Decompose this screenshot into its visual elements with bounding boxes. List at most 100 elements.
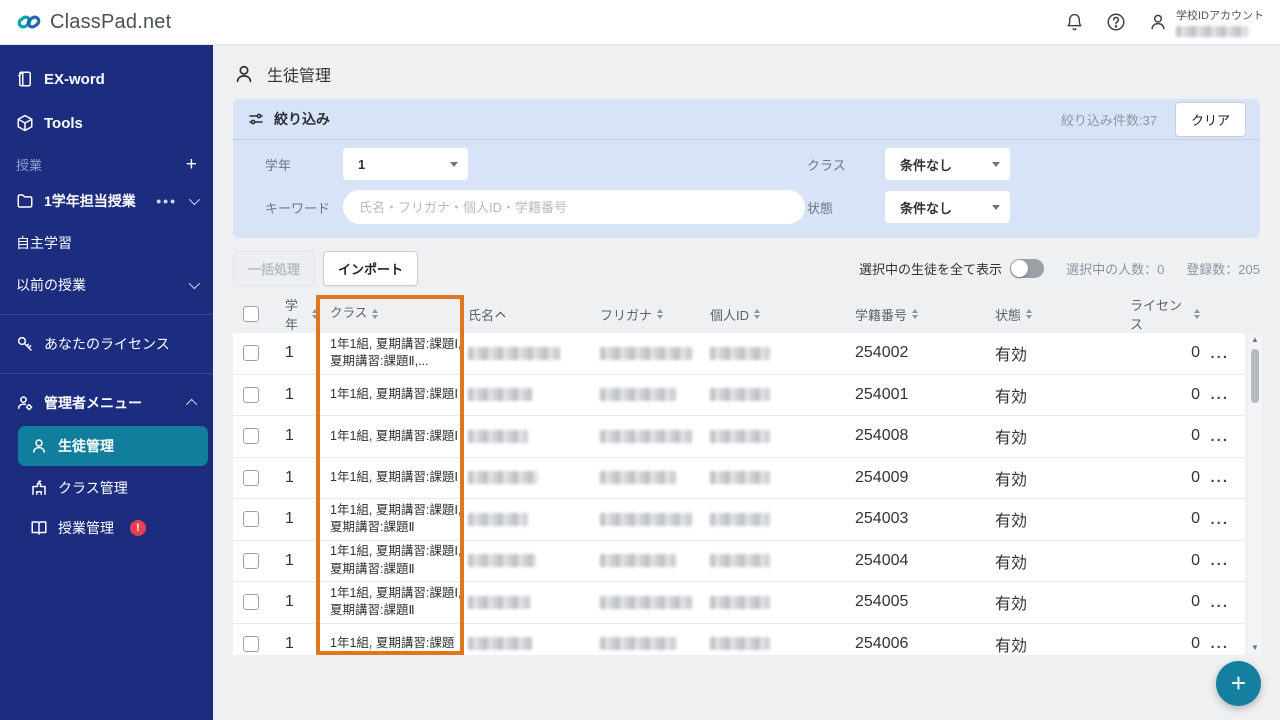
row-checkbox[interactable]: [243, 635, 259, 652]
cell-name-redacted: [462, 458, 600, 499]
cell-student-number: 254005: [855, 593, 909, 611]
cell-status: 有効: [995, 513, 1028, 531]
table-row: 1 1年1組, 夏期講習:課題Ⅰ 254001 有効 0 ...: [233, 374, 1245, 416]
grade-select[interactable]: 1: [343, 148, 468, 180]
cell-grade: 1: [285, 344, 294, 362]
cell-student-number: 254003: [855, 510, 909, 528]
sort-icon[interactable]: [657, 309, 664, 319]
folder-icon: [16, 192, 34, 210]
folder-more-icon[interactable]: •••: [156, 193, 177, 209]
cell-personal-id-redacted: [710, 375, 855, 416]
sort-icon[interactable]: [372, 309, 379, 319]
show-selected-toggle[interactable]: [1010, 259, 1045, 278]
cell-license: 0: [1191, 427, 1200, 445]
row-menu-icon[interactable]: ...: [1210, 469, 1229, 486]
admin-person-gear-icon: [16, 394, 34, 412]
import-button[interactable]: インポート: [323, 251, 419, 286]
cell-student-number: 254004: [855, 551, 909, 569]
row-checkbox[interactable]: [243, 594, 259, 611]
row-checkbox[interactable]: [243, 469, 259, 486]
row-checkbox[interactable]: [243, 552, 259, 569]
sidebar-item-self-study[interactable]: 自主学習: [0, 222, 213, 264]
account-person-icon: [1148, 12, 1168, 32]
sidebar-item-ex-word[interactable]: EX-word: [0, 57, 213, 101]
sort-ascending-icon[interactable]: [495, 311, 506, 322]
add-lesson-icon[interactable]: +: [186, 155, 197, 174]
table-scrollbar[interactable]: ▲ ▼: [1248, 333, 1262, 655]
toggle-knob: [1011, 260, 1029, 277]
cell-class: 1年1組, 夏期講習:課題: [330, 636, 455, 650]
notification-bell-icon[interactable]: [1064, 12, 1084, 32]
previous-chevron-down-icon[interactable]: [188, 277, 201, 290]
student-person-icon: [30, 437, 48, 455]
scroll-up-icon[interactable]: ▲: [1251, 333, 1259, 347]
sidebar-item-lesson-folder[interactable]: 1学年担当授業 •••: [0, 180, 213, 222]
sort-icon[interactable]: [1026, 309, 1033, 319]
table-body: 1 1年1組, 夏期講習:課題Ⅰ, 夏期講習:課題Ⅱ,... 254002 有効…: [233, 333, 1245, 655]
folder-chevron-down-icon[interactable]: [188, 193, 201, 206]
cell-license: 0: [1191, 634, 1200, 652]
header-grade: 学年: [285, 298, 299, 332]
class-filter-value: 条件なし: [900, 157, 953, 173]
sidebar-item-class-management[interactable]: クラス管理: [0, 468, 213, 508]
sidebar-item-lesson-management[interactable]: 授業管理 !: [0, 508, 213, 548]
sidebar-item-student-management[interactable]: 生徒管理: [18, 426, 208, 466]
sidebar-label-ex-word: EX-word: [44, 70, 105, 88]
cell-name-redacted: [462, 333, 600, 374]
row-menu-icon[interactable]: ...: [1210, 386, 1229, 403]
key-icon: [16, 335, 34, 353]
clear-filter-button[interactable]: クリア: [1174, 101, 1246, 137]
scroll-down-icon[interactable]: ▼: [1251, 641, 1259, 655]
sort-icon[interactable]: [912, 309, 919, 319]
select-all-checkbox[interactable]: [243, 306, 259, 322]
cell-personal-id-redacted: [710, 499, 855, 540]
row-menu-icon[interactable]: ...: [1210, 345, 1229, 362]
account-menu[interactable]: 学校IDアカウント: [1148, 7, 1264, 37]
table-row: 1 1年1組, 夏期講習:課題Ⅰ, 夏期講習:課題Ⅱ 254004 有効 0 .…: [233, 540, 1245, 582]
admin-chevron-up-icon[interactable]: [185, 398, 198, 411]
sidebar-item-previous-lessons[interactable]: 以前の授業: [0, 264, 213, 306]
page-title: 生徒管理: [213, 45, 1280, 99]
row-menu-icon[interactable]: ...: [1210, 428, 1229, 445]
sidebar-divider: [0, 314, 213, 315]
cell-personal-id-redacted: [710, 541, 855, 582]
cell-status: 有効: [995, 430, 1028, 448]
cell-personal-id-redacted: [710, 416, 855, 457]
row-checkbox[interactable]: [243, 428, 259, 445]
class-filter-select[interactable]: 条件なし: [885, 148, 1010, 180]
bulk-action-button[interactable]: 一括処理: [233, 251, 316, 286]
sidebar-item-admin-menu[interactable]: 管理者メニュー: [0, 382, 213, 424]
cell-grade: 1: [285, 551, 294, 569]
keyword-input[interactable]: [343, 190, 805, 224]
help-icon[interactable]: [1106, 12, 1126, 32]
row-menu-icon[interactable]: ...: [1210, 552, 1229, 569]
cell-status: 有効: [995, 347, 1028, 365]
show-selected-label: 選択中の生徒を全て表示: [859, 262, 1003, 277]
sort-icon[interactable]: [1194, 309, 1200, 319]
status-filter-select[interactable]: 条件なし: [885, 191, 1010, 223]
cell-personal-id-redacted: [710, 458, 855, 499]
row-checkbox[interactable]: [243, 345, 259, 362]
cell-license: 0: [1191, 510, 1200, 528]
row-menu-icon[interactable]: ...: [1210, 594, 1229, 611]
row-menu-icon[interactable]: ...: [1210, 635, 1229, 652]
scrollbar-thumb[interactable]: [1251, 349, 1259, 403]
sidebar-label-previous-lessons: 以前の授業: [16, 277, 86, 293]
table-row: 1 1年1組, 夏期講習:課題Ⅰ, 夏期講習:課題Ⅱ 254005 有効 0 .…: [233, 582, 1245, 624]
sort-icon[interactable]: [754, 309, 761, 319]
add-student-fab[interactable]: +: [1216, 661, 1261, 706]
sidebar: EX-word Tools 授業 + 1学年担当授業 ••• 自主学習 以前の授…: [0, 45, 213, 720]
sidebar-label-student-management: 生徒管理: [58, 438, 114, 454]
row-checkbox[interactable]: [243, 386, 259, 403]
cell-name-redacted: [462, 624, 600, 656]
row-menu-icon[interactable]: ...: [1210, 511, 1229, 528]
cell-furigana-redacted: [600, 582, 710, 623]
cell-status: 有効: [995, 596, 1028, 614]
chevron-down-icon: [992, 204, 1000, 210]
main-content: 生徒管理 絞り込み 絞り込み件数:37 クリア 学年 1 クラス 条件なし キー…: [213, 45, 1280, 720]
row-checkbox[interactable]: [243, 511, 259, 528]
sidebar-item-tools[interactable]: Tools: [0, 101, 213, 145]
classpad-logo[interactable]: ClassPad.net: [16, 9, 171, 35]
sidebar-item-your-license[interactable]: あなたのライセンス: [0, 323, 213, 365]
cell-license: 0: [1191, 551, 1200, 569]
